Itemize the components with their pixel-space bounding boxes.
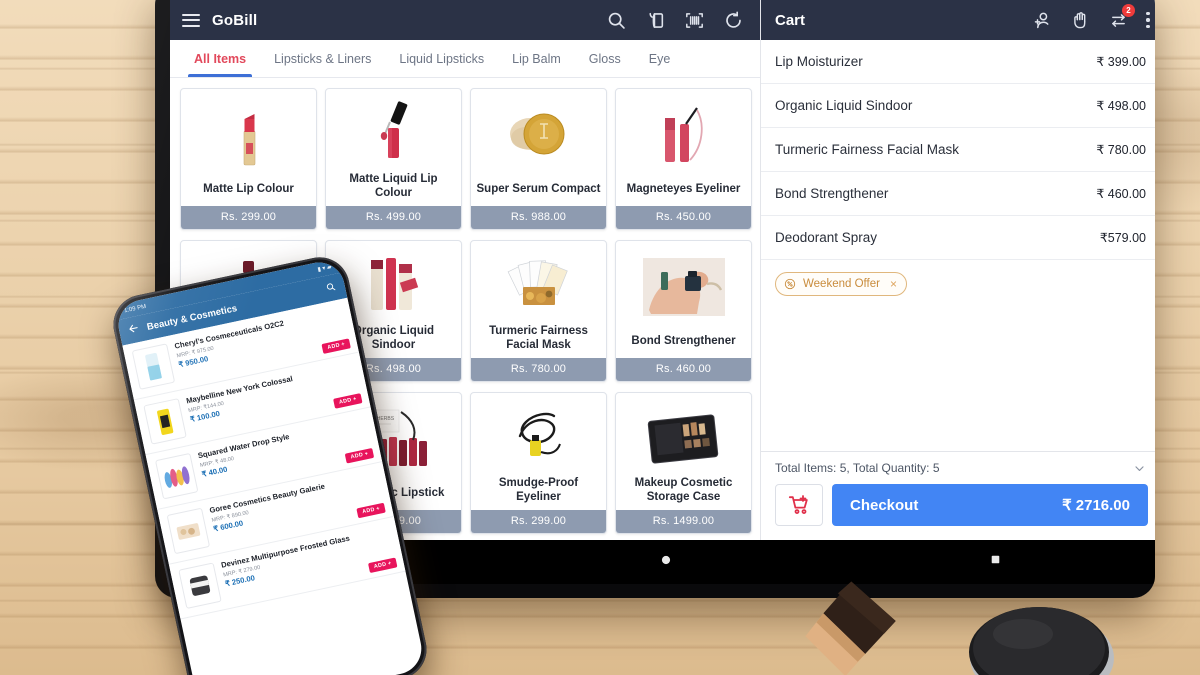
product-name: Matte Lip Colour [203,182,294,195]
gold-compact-icon [471,89,606,176]
cart-item-row[interactable]: Bond Strengthener ₹ 460.00 [761,172,1155,216]
cart-item-name: Deodorant Spray [775,230,878,245]
hold-hand-icon[interactable] [1070,10,1091,31]
search-icon[interactable] [324,278,338,298]
cart-item-row[interactable]: Turmeric Fairness Facial Mask ₹ 780.00 [761,128,1155,172]
cart-title: Cart [775,11,806,29]
product-price: Rs. 499.00 [326,206,461,229]
cart-item-row[interactable]: Lip Moisturizer ₹ 399.00 [761,40,1155,84]
tag-icon[interactable] [645,10,666,31]
product-price: Rs. 988.00 [471,206,606,229]
hand-serum-icon [616,241,751,328]
cart-header: Cart 2 [761,0,1155,40]
product-thumbnail [166,507,211,555]
back-arrow-icon[interactable] [127,320,142,340]
barcode-scan-icon[interactable] [684,10,705,31]
android-recents-icon[interactable] [989,553,1002,571]
product-price: Rs. 450.00 [616,206,751,229]
phone-status-time: 1:09 PM [123,303,147,314]
cart-item-name: Lip Moisturizer [775,54,863,69]
tab-all-items[interactable]: All Items [180,40,260,77]
offer-zone: Weekend Offer × [761,260,1155,296]
add-customer-icon[interactable] [1032,10,1053,31]
search-icon[interactable] [606,10,627,31]
category-tabs[interactable]: All Items Lipsticks & Liners Liquid Lips… [170,40,760,78]
chevron-down-icon[interactable] [1133,462,1146,475]
checkout-button[interactable]: Checkout ₹ 2716.00 [832,484,1148,526]
checkout-row: Checkout ₹ 2716.00 [761,482,1155,540]
product-name: Super Serum Compact [476,182,601,195]
checkout-label: Checkout [850,496,919,514]
sheet-mask-fan-icon [471,241,606,322]
cart-totals-text: Total Items: 5, Total Quantity: 5 [775,461,940,475]
cart-footer: Total Items: 5, Total Quantity: 5 Checko… [761,451,1155,540]
shopping-cart-icon[interactable] [775,484,823,526]
app-header: GoBill [170,0,760,40]
offer-label: Weekend Offer [803,278,880,290]
product-name: Bond Strengthener [631,334,736,347]
cart-pane: Cart 2 Lip Moisturizer ₹ 399.00 Organic … [760,0,1155,540]
tab-gloss[interactable]: Gloss [575,40,635,77]
cart-item-price: ₹ 460.00 [1096,187,1146,201]
product-thumbnail [131,343,176,390]
product-card[interactable]: Super Serum Compact Rs. 988.00 [470,88,607,230]
offer-close-icon[interactable]: × [890,277,897,291]
product-card[interactable]: Magneteyes Eyeliner Rs. 450.00 [615,88,752,230]
sync-icon[interactable] [723,10,744,31]
cart-item-price: ₹ 399.00 [1096,55,1146,69]
cart-item-row[interactable]: Organic Liquid Sindoor ₹ 498.00 [761,84,1155,128]
product-card[interactable]: Makeup Cosmetic Storage Case Rs. 1499.00 [615,392,752,534]
cart-item-row[interactable]: Deodorant Spray ₹579.00 [761,216,1155,260]
product-price: Rs. 299.00 [471,510,606,533]
product-price: Rs. 299.00 [181,206,316,229]
app-header-actions [606,10,748,31]
android-home-icon[interactable] [659,553,673,572]
cart-item-price: ₹ 780.00 [1096,143,1146,157]
product-name: Matte Liquid Lip Colour [349,172,438,199]
cart-item-name: Bond Strengthener [775,186,889,201]
weekend-offer-chip[interactable]: Weekend Offer × [775,272,907,296]
product-thumbnail [154,452,199,500]
hamburger-icon[interactable] [182,13,200,27]
overflow-menu-icon[interactable] [1146,11,1150,29]
cart-item-name: Turmeric Fairness Facial Mask [775,142,960,157]
cart-item-name: Organic Liquid Sindoor [775,98,913,113]
product-price: Rs. 780.00 [471,358,606,381]
tab-liquid-lipsticks[interactable]: Liquid Lipsticks [385,40,498,77]
product-name: Makeup Cosmetic Storage Case [634,476,733,503]
checkout-amount: ₹ 2716.00 [1062,497,1130,514]
tab-eye[interactable]: Eye [635,40,685,77]
product-card[interactable]: Bond Strengthener Rs. 460.00 [615,240,752,382]
cart-totals-row[interactable]: Total Items: 5, Total Quantity: 5 [761,452,1155,482]
eyeliner-brush-icon [471,393,606,474]
makeup-case-icon [616,393,751,474]
app-brand-title: GoBill [212,11,258,29]
eyeliner-pen-icon [616,89,751,176]
product-name: Smudge-Proof Eyeliner [498,476,579,503]
cart-item-price: ₹ 498.00 [1096,99,1146,113]
product-card[interactable]: Smudge-Proof Eyeliner Rs. 299.00 [470,392,607,534]
percent-circle-icon [784,278,796,290]
held-bills-badge: 2 [1122,3,1135,17]
product-name: Magneteyes Eyeliner [626,182,741,195]
tab-lipsticks-and-liners[interactable]: Lipsticks & Liners [260,40,385,77]
product-price: Rs. 460.00 [616,358,751,381]
product-name: Turmeric Fairness Facial Mask [489,324,588,351]
cart-header-actions: 2 [1032,3,1150,31]
product-price: Rs. 1499.00 [616,510,751,533]
product-card[interactable]: Matte Liquid Lip Colour Rs. 499.00 [325,88,462,230]
held-bills-button[interactable]: 2 [1108,3,1135,31]
lipstick-bullet-icon [181,89,316,176]
liquid-lipstick-wand-icon [326,89,461,170]
product-thumbnail [143,398,187,445]
tab-lip-balm[interactable]: Lip Balm [498,40,575,77]
product-card[interactable]: Matte Lip Colour Rs. 299.00 [180,88,317,230]
product-thumbnail [178,562,222,610]
phone-status-signal-icons: ▮ ▾ ▰ [317,264,333,274]
product-card[interactable]: Turmeric Fairness Facial Mask Rs. 780.00 [470,240,607,382]
cart-item-list: Lip Moisturizer ₹ 399.00 Organic Liquid … [761,40,1155,451]
cart-item-price: ₹579.00 [1099,231,1146,245]
